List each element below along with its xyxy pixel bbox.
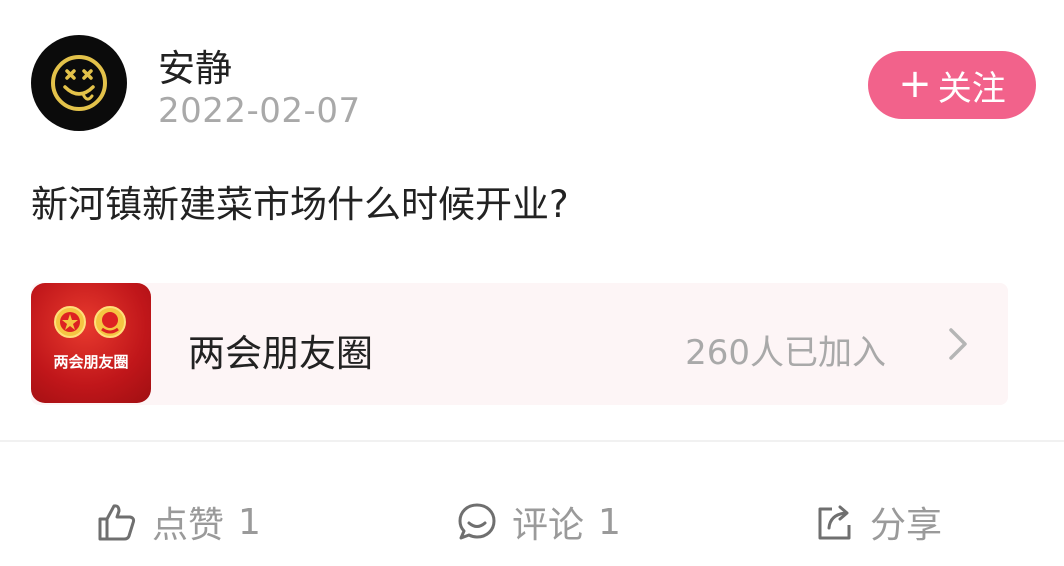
circle-name: 两会朋友圈 <box>188 332 373 375</box>
smiley-face-icon <box>51 55 107 111</box>
share-label: 分享 <box>870 505 943 546</box>
comment-label: 评论 <box>512 505 585 546</box>
follow-button-label: 关注 <box>937 68 1006 109</box>
avatar[interactable] <box>31 35 127 131</box>
cppcc-emblem-icon <box>94 306 126 338</box>
national-emblem-icon <box>54 306 86 338</box>
circle-thumbnail-label: 两会朋友圈 <box>53 353 129 371</box>
comment-button[interactable]: 评论 1 <box>456 495 621 549</box>
thumbs-up-icon <box>98 504 136 541</box>
comment-count: 1 <box>598 501 621 543</box>
like-count: 1 <box>238 501 261 543</box>
username[interactable]: 安静 <box>158 38 232 92</box>
like-label: 点赞 <box>152 505 225 546</box>
chevron-right-icon <box>949 328 967 360</box>
circle-thumbnail: 两会朋友圈 <box>31 283 151 403</box>
follow-button[interactable]: + 关注 <box>868 51 1036 119</box>
plus-icon: + <box>898 61 932 107</box>
comment-icon <box>458 503 496 540</box>
post-date: 2022-02-07 <box>158 91 361 131</box>
circle-card[interactable]: 两会朋友圈 两会朋友圈 260人已加入 <box>31 283 1008 405</box>
like-button[interactable]: 点赞 1 <box>96 495 261 549</box>
post-text: 新河镇新建菜市场什么时候开业? <box>31 183 569 226</box>
share-icon <box>818 505 851 540</box>
circle-member-count: 260人已加入 <box>685 333 886 373</box>
divider <box>0 440 1064 442</box>
share-button[interactable]: 分享 <box>814 495 942 549</box>
